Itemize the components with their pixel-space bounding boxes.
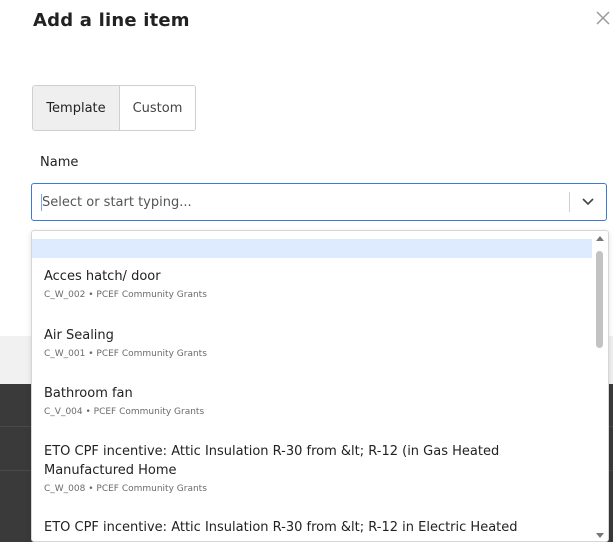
option-title: Acces hatch/ door	[44, 269, 161, 284]
list-item[interactable]: Air Sealing C_W_001 • PCEF Community Gra…	[44, 326, 584, 359]
tab-template[interactable]: Template	[33, 86, 120, 130]
list-item[interactable]: ETO CPF incentive: Attic Insulation R-30…	[44, 442, 584, 494]
scrollbar[interactable]	[592, 231, 608, 541]
scroll-up-arrow-icon[interactable]	[596, 236, 604, 241]
list-item[interactable]: ETO CPF incentive: Attic Insulation R-30…	[44, 518, 584, 537]
name-field-label: Name	[40, 155, 79, 170]
text-cursor	[41, 194, 42, 211]
option-title: Air Sealing	[44, 328, 114, 343]
scrollbar-thumb[interactable]	[596, 251, 603, 348]
scroll-down-arrow-icon[interactable]	[596, 533, 604, 538]
option-meta: C_V_004 • PCEF Community Grants	[44, 407, 205, 417]
option-meta: C_W_001 • PCEF Community Grants	[44, 349, 207, 359]
tab-custom[interactable]: Custom	[120, 86, 195, 130]
list-item[interactable]: Bathroom fan C_V_004 • PCEF Community Gr…	[44, 384, 584, 417]
option-meta: C_W_008 • PCEF Community Grants	[44, 484, 207, 494]
name-select-placeholder: Select or start typing...	[42, 194, 192, 210]
option-title: Bathroom fan	[44, 386, 133, 401]
chevron-down-icon[interactable]	[570, 184, 606, 220]
highlighted-option[interactable]	[32, 239, 593, 258]
list-item[interactable]: Acces hatch/ door C_W_002 • PCEF Communi…	[44, 267, 584, 300]
option-title: ETO CPF incentive: Attic Insulation R-30…	[44, 520, 518, 535]
template-custom-toggle: Template Custom	[32, 85, 196, 131]
option-title: ETO CPF incentive: Attic Insulation R-30…	[44, 444, 500, 478]
name-select[interactable]: Select or start typing...	[31, 183, 607, 221]
modal-title: Add a line item	[33, 10, 190, 31]
dropdown-menu: Acces hatch/ door C_W_002 • PCEF Communi…	[31, 230, 609, 542]
option-meta: C_W_002 • PCEF Community Grants	[44, 290, 207, 300]
close-icon[interactable]	[593, 8, 613, 28]
